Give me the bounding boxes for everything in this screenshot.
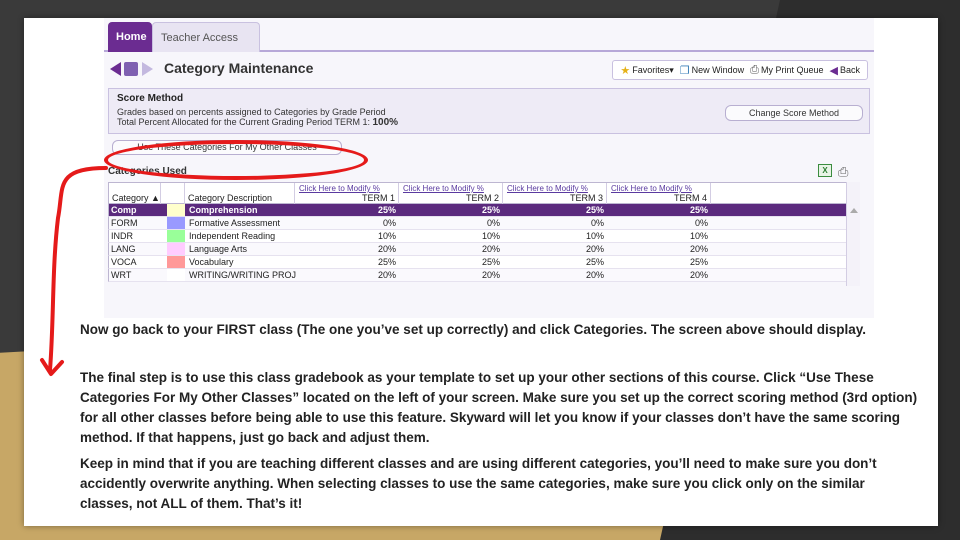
tab-bar: Home Teacher Access: [104, 22, 874, 52]
back-arrow-icon: ◀: [829, 64, 838, 77]
table-row[interactable]: LANG Language Arts 20% 20% 20% 20%: [108, 243, 860, 256]
col-description[interactable]: Category Description: [185, 183, 295, 205]
score-method-heading: Score Method: [117, 93, 184, 104]
term-3-percent: 10%: [585, 231, 604, 241]
col-term-3: Click Here to Modify % TERM 3: [503, 183, 607, 205]
toolbar: ★ Favorites ▾ ❐ New Window ⎙ My Print Queue …: [612, 60, 868, 80]
term-2-percent: 0%: [486, 218, 500, 228]
term-4-percent: 10%: [689, 231, 708, 241]
term-3-percent: 0%: [590, 218, 604, 228]
category-color-swatch: [167, 204, 185, 216]
term-1-percent: 20%: [377, 244, 396, 254]
term-4-percent: 25%: [689, 205, 708, 215]
col-term-2: Click Here to Modify % TERM 2: [399, 183, 503, 205]
category-color-swatch: [167, 256, 185, 268]
col-category[interactable]: Category ▲: [109, 183, 161, 205]
instruction-paragraph-1: Now go back to your FIRST class (The one…: [80, 322, 866, 337]
term-4-percent: 20%: [689, 244, 708, 254]
change-score-method-button[interactable]: Change Score Method: [725, 105, 863, 121]
scroll-up-icon[interactable]: [850, 208, 858, 213]
grid-body: Comp Comprehension 25% 25% 25% 25% FORM Formati…: [108, 204, 860, 282]
score-method-description: Grades based on percents assigned to Cat…: [117, 107, 386, 117]
term-1-percent: 0%: [382, 218, 396, 228]
back-button[interactable]: ◀ Back: [830, 64, 860, 77]
tab-home[interactable]: Home: [108, 22, 152, 52]
category-description: Formative Assessment: [189, 218, 281, 228]
term-4-percent: 0%: [694, 218, 708, 228]
category-code: FORM: [111, 218, 138, 228]
category-code: LANG: [111, 244, 136, 254]
favorites-button[interactable]: ★ Favorites ▾: [620, 64, 673, 77]
term-2-percent: 10%: [481, 231, 500, 241]
print-queue-button[interactable]: ⎙ My Print Queue: [750, 64, 823, 77]
new-window-button[interactable]: ❐ New Window: [680, 64, 744, 77]
red-highlight-circle: [104, 140, 368, 180]
term-1-percent: 10%: [377, 231, 396, 241]
term-1-percent: 25%: [377, 257, 396, 267]
term-3-percent: 20%: [585, 244, 604, 254]
category-code: VOCA: [111, 257, 137, 267]
category-code: INDR: [111, 231, 133, 241]
term-4-percent: 20%: [689, 270, 708, 280]
col-color: [161, 183, 185, 205]
slide: Home Teacher Access Category Maintenance…: [24, 18, 938, 526]
chevron-down-icon: ▾: [669, 64, 674, 75]
category-color-swatch: [167, 217, 185, 229]
term-3-percent: 25%: [585, 257, 604, 267]
grid-header: Category ▲ Category Description Click He…: [108, 182, 860, 205]
category-color-swatch: [167, 243, 185, 255]
modify-link-term-2[interactable]: Click Here to Modify %: [403, 184, 484, 193]
term-2-percent: 20%: [481, 270, 500, 280]
history-dropdown-icon[interactable]: [124, 62, 138, 76]
page-title: Category Maintenance: [164, 60, 314, 76]
score-method-panel: Score Method Grades based on percents as…: [108, 88, 870, 134]
modify-link-term-4[interactable]: Click Here to Modify %: [611, 184, 692, 193]
printer-icon: ⎙: [750, 63, 759, 76]
col-term-1: Click Here to Modify % TERM 1: [295, 183, 399, 205]
category-description: Independent Reading: [189, 231, 276, 241]
term-1-percent: 25%: [377, 205, 396, 215]
title-bar: Category Maintenance ★ Favorites ▾ ❐ New Wi…: [104, 54, 874, 84]
categories-grid: Category ▲ Category Description Click He…: [108, 182, 860, 282]
new-window-icon: ❐: [679, 64, 690, 77]
instruction-paragraph-3: Keep in mind that if you are teaching di…: [80, 456, 877, 511]
term-4-percent: 25%: [689, 257, 708, 267]
arrow-right-icon[interactable]: [142, 62, 153, 76]
total-percent-line: Total Percent Allocated for the Current …: [117, 117, 399, 128]
print-preview-icon[interactable]: ⎙: [838, 164, 848, 180]
category-description: Vocabulary: [189, 257, 234, 267]
category-description: Comprehension: [189, 205, 258, 215]
tab-teacher-access[interactable]: Teacher Access: [152, 22, 260, 52]
star-icon: ★: [620, 64, 631, 77]
term-1-percent: 20%: [377, 270, 396, 280]
term-3-percent: 25%: [585, 205, 604, 215]
term-3-percent: 20%: [585, 270, 604, 280]
instruction-paragraph-2: The final step is to use this class grad…: [80, 370, 918, 445]
term-2-percent: 25%: [481, 205, 500, 215]
col-term-4: Click Here to Modify % TERM 4: [607, 183, 711, 205]
category-color-swatch: [167, 269, 185, 281]
excel-export-icon[interactable]: X: [818, 164, 832, 177]
table-row[interactable]: INDR Independent Reading 10% 10% 10% 10%: [108, 230, 860, 243]
total-percent-value: 100%: [372, 117, 399, 128]
term-2-percent: 20%: [481, 244, 500, 254]
arrow-left-icon[interactable]: [110, 62, 121, 76]
modify-link-term-1[interactable]: Click Here to Modify %: [299, 184, 380, 193]
category-description: WRITING/WRITING PROJ: [189, 270, 296, 280]
grid-scrollbar[interactable]: [846, 182, 860, 286]
table-row[interactable]: WRT WRITING/WRITING PROJ 20% 20% 20% 20%: [108, 269, 860, 282]
history-nav: [110, 62, 156, 76]
category-code: Comp: [111, 205, 137, 215]
category-code: WRT: [111, 270, 132, 280]
modify-link-term-3[interactable]: Click Here to Modify %: [507, 184, 588, 193]
table-row[interactable]: FORM Formative Assessment 0% 0% 0% 0%: [108, 217, 860, 230]
table-row[interactable]: VOCA Vocabulary 25% 25% 25% 25%: [108, 256, 860, 269]
table-row[interactable]: Comp Comprehension 25% 25% 25% 25%: [108, 204, 860, 217]
term-2-percent: 25%: [481, 257, 500, 267]
category-description: Language Arts: [189, 244, 248, 254]
category-color-swatch: [167, 230, 185, 242]
